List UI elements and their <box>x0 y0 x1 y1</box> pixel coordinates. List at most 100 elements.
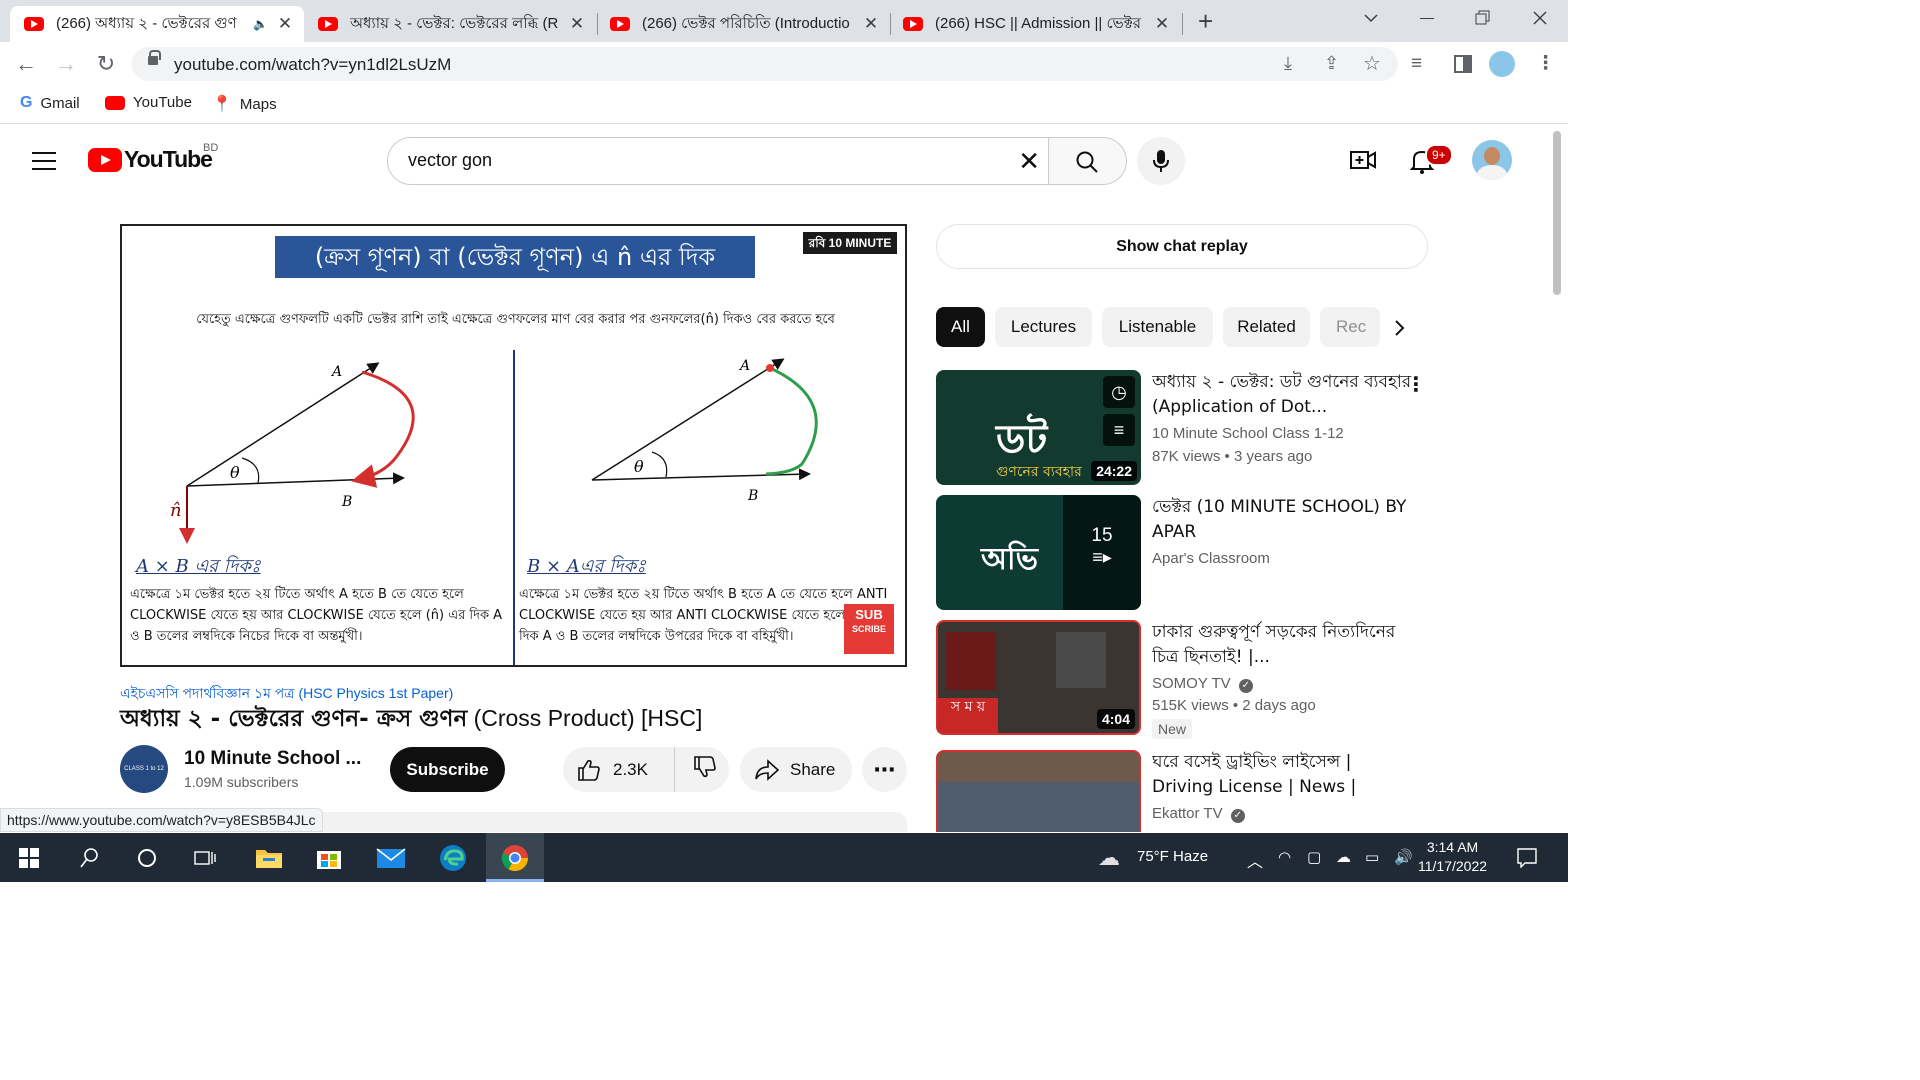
weather-haze-icon[interactable]: ☁ <box>1098 845 1120 871</box>
recommendation-title[interactable]: ঘরে বসেই ড্রাইভিং লাইসেন্স | Driving Lic… <box>1152 750 1406 802</box>
media-control-icon[interactable]: ≡ <box>1411 52 1422 76</box>
chrome-menu-icon[interactable]: ⋮ <box>1536 52 1555 76</box>
recommendation-card[interactable]: ঘরে বসেই ড্রাইভিং লাইসেন্স | Driving Lic… <box>936 750 1406 832</box>
restore-icon[interactable] <box>1475 10 1491 26</box>
thumbs-up-icon <box>578 759 600 781</box>
video-thumbnail[interactable] <box>936 750 1141 832</box>
recommendation-card[interactable]: স ম য় 4:04 ঢাকার গুরুত্বপূর্ণ সড়কের নি… <box>936 620 1406 739</box>
youtube-logo[interactable]: YouTube BD <box>88 142 218 173</box>
chip-recent[interactable]: Rec <box>1320 307 1380 347</box>
search-taskbar-button[interactable] <box>60 833 118 882</box>
channel-name[interactable]: 10 Minute School ... <box>184 748 361 770</box>
file-explorer-button[interactable] <box>240 833 298 882</box>
chip-scroll-right[interactable] <box>1380 307 1428 347</box>
reload-icon[interactable]: ↻ <box>92 50 120 78</box>
bookmark-maps[interactable]: 📍 Maps <box>212 94 277 114</box>
recommendation-card[interactable]: অভি 15 ≡▸ ভেক্টর (10 MINUTE SCHOOL) BY A… <box>936 495 1406 610</box>
volume-icon[interactable]: 🔊 <box>1394 848 1413 866</box>
video-thumbnail[interactable]: ডট গুণনের ব্যবহার ◷ ≡ 24:22 <box>936 370 1141 485</box>
recommendation-title[interactable]: ভেক্টর (10 MINUTE SCHOOL) BY APAR <box>1152 495 1412 545</box>
bookmark-star-icon[interactable]: ☆ <box>1363 51 1381 76</box>
channel-avatar[interactable]: CLASS 1 to 12 <box>120 745 168 793</box>
more-options-icon[interactable]: ⋮ <box>1406 372 1426 397</box>
recommendation-card[interactable]: ডট গুণনের ব্যবহার ◷ ≡ 24:22 অধ্যায় ২ - … <box>936 370 1426 485</box>
edge-button[interactable] <box>424 833 482 882</box>
recommendation-title[interactable]: অধ্যায় ২ - ভেক্টর: ডট গুণনের ব্যবহার (A… <box>1152 370 1412 420</box>
notification-center-icon[interactable] <box>1517 848 1537 868</box>
tab-title: (266) ভেক্টর পরিচিতি (Introductio <box>642 14 850 32</box>
clear-search-icon[interactable]: ✕ <box>1018 147 1040 175</box>
chip-all[interactable]: All <box>936 307 985 347</box>
minimize-icon[interactable] <box>1420 18 1434 19</box>
recommendation-title[interactable]: ঢাকার গুরুত্বপূর্ণ সড়কের নিত্যদিনের চিত… <box>1152 620 1412 670</box>
bookmark-gmail[interactable]: G Gmail <box>20 94 80 112</box>
cortana-button[interactable] <box>118 833 176 882</box>
page-scrollbar[interactable] <box>1553 131 1561 295</box>
address-bar[interactable]: youtube.com/watch?v=yn1dl2LsUzM ⤓ ⇪ ☆ <box>132 47 1398 81</box>
chip-lectures[interactable]: Lectures <box>995 307 1092 347</box>
slide-divider <box>513 350 515 665</box>
like-button[interactable]: 2.3K <box>563 747 675 792</box>
add-to-queue-icon[interactable]: ≡ <box>1103 414 1135 446</box>
close-window-icon[interactable] <box>1532 10 1548 26</box>
link-status-bar: https://www.youtube.com/watch?v=y8ESB5B4… <box>0 808 323 832</box>
show-hidden-icons-icon[interactable]: ︿ <box>1247 848 1263 872</box>
show-chat-replay-button[interactable]: Show chat replay <box>936 224 1428 269</box>
task-view-button[interactable] <box>176 833 234 882</box>
share-button[interactable]: Share <box>740 747 852 792</box>
video-thumbnail[interactable]: স ম য় 4:04 <box>936 620 1141 735</box>
mail-button[interactable] <box>362 833 420 882</box>
back-icon[interactable]: ← <box>12 50 40 78</box>
tab-2[interactable]: অধ্যায় ২ - ভেক্টর: ভেক্টরের লব্ধি (R ✕ <box>304 6 596 42</box>
close-tab-icon[interactable]: ✕ <box>1151 14 1173 34</box>
meet-now-icon[interactable]: ▢ <box>1307 848 1321 866</box>
chrome-icon <box>501 845 529 872</box>
search-button[interactable] <box>1049 137 1127 185</box>
close-tab-icon[interactable]: ✕ <box>274 14 296 34</box>
tab-1[interactable]: (266) অধ্যায় ২ - ভেক্টরের গুণ 🔈 ✕ <box>10 6 304 42</box>
video-thumbnail[interactable]: অভি 15 ≡▸ <box>936 495 1141 610</box>
chrome-button[interactable] <box>486 833 544 882</box>
account-avatar[interactable] <box>1472 140 1512 180</box>
dislike-button[interactable] <box>675 755 717 784</box>
hamburger-menu-icon[interactable] <box>32 152 56 176</box>
weather-text[interactable]: 75°F Haze <box>1137 848 1208 865</box>
install-icon[interactable]: ⤓ <box>1284 53 1292 74</box>
side-panel-icon[interactable] <box>1454 55 1472 73</box>
search-input[interactable]: vector gon ✕ <box>387 137 1049 185</box>
network-icon[interactable]: ◠ <box>1278 848 1291 866</box>
search-query[interactable]: vector gon <box>408 150 492 171</box>
start-button[interactable] <box>0 833 58 882</box>
system-clock[interactable]: 3:14 AM 11/17/2022 <box>1418 838 1487 876</box>
address-url[interactable]: youtube.com/watch?v=yn1dl2LsUzM <box>174 55 451 75</box>
tab-4[interactable]: (266) HSC || Admission || ভেক্টর ✕ <box>891 6 1181 42</box>
recommendation-channel[interactable]: Ekattor TV ✓ <box>1152 805 1245 823</box>
subscribe-button[interactable]: Subscribe <box>390 747 505 792</box>
battery-icon[interactable]: ▭ <box>1365 848 1379 866</box>
chip-related[interactable]: Related <box>1223 307 1310 347</box>
tab-search-chevron-icon[interactable] <box>1363 12 1379 24</box>
subscribe-watermark[interactable]: SUB SCRIBE <box>844 604 894 654</box>
bookmark-youtube[interactable]: YouTube <box>105 94 192 111</box>
recommendation-channel[interactable]: SOMOY TV ✓ <box>1152 675 1253 693</box>
profile-avatar[interactable] <box>1489 51 1515 77</box>
create-video-icon[interactable] <box>1350 148 1376 172</box>
recommendation-channel[interactable]: Apar's Classroom <box>1152 550 1270 567</box>
recommendation-channel[interactable]: 10 Minute School Class 1-12 <box>1152 425 1344 442</box>
watch-later-icon[interactable]: ◷ <box>1103 376 1135 408</box>
video-player[interactable]: (ক্রস গূণন) বা (ভেক্টর গূণন) এ n̂ এর দিক… <box>120 224 907 667</box>
microsoft-store-button[interactable] <box>300 833 358 882</box>
tab-3[interactable]: (266) ভেক্টর পরিচিতি (Introductio ✕ <box>598 6 890 42</box>
forward-icon[interactable]: → <box>52 50 80 78</box>
voice-search-button[interactable] <box>1137 137 1185 185</box>
close-tab-icon[interactable]: ✕ <box>566 14 588 34</box>
onedrive-cloud-icon[interactable]: ☁ <box>1336 848 1351 866</box>
bookmark-label: YouTube <box>133 94 192 111</box>
more-actions-button[interactable]: ⋯ <box>862 747 907 792</box>
close-tab-icon[interactable]: ✕ <box>860 14 882 34</box>
windows-logo-icon <box>19 848 39 868</box>
share-page-icon[interactable]: ⇪ <box>1324 53 1339 74</box>
new-tab-icon[interactable]: + <box>1198 6 1213 37</box>
chip-listenable[interactable]: Listenable <box>1102 307 1213 347</box>
speaker-icon[interactable]: 🔈 <box>253 17 268 31</box>
